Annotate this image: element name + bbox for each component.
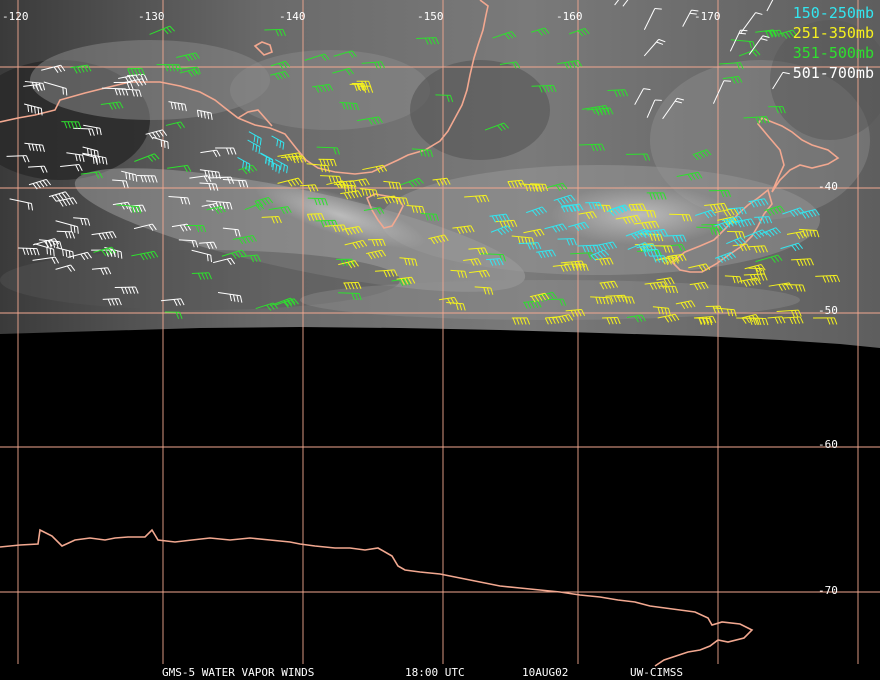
lon-label-160: -160 <box>556 10 583 23</box>
map-canvas <box>0 0 880 667</box>
image-footer: GMS-5 WATER VAPOR WINDS 18:00 UTC 10AUG0… <box>0 664 880 680</box>
pressure-legend: 150-250mb 251-350mb 351-500mb 501-700mb <box>793 3 874 83</box>
lat-label-70: -70 <box>818 584 838 597</box>
lat-label-40: -40 <box>818 180 838 193</box>
legend-item-150-250: 150-250mb <box>792 4 874 22</box>
legend-item-351-500: 351-500mb <box>792 44 874 62</box>
lat-label-50: -50 <box>818 304 838 317</box>
lon-label-120: -120 <box>2 10 29 23</box>
footer-credit: UW-CIMSS <box>630 666 683 679</box>
lon-label-150: -150 <box>417 10 444 23</box>
lon-label-170: -170 <box>694 10 721 23</box>
satellite-wind-map: -120 -130 -140 -150 -160 -170 -40 -50 -6… <box>0 0 880 680</box>
lon-label-140: -140 <box>279 10 306 23</box>
footer-time: 18:00 UTC <box>405 666 465 679</box>
footer-satellite: GMS-5 WATER VAPOR WINDS <box>162 666 315 679</box>
footer-date: 10AUG02 <box>522 666 569 679</box>
legend-item-251-350: 251-350mb <box>792 24 874 42</box>
legend-item-501-700: 501-700mb <box>792 64 874 82</box>
antarctica-coast <box>0 528 754 667</box>
lon-label-130: -130 <box>138 10 165 23</box>
lat-label-60: -60 <box>818 438 838 451</box>
